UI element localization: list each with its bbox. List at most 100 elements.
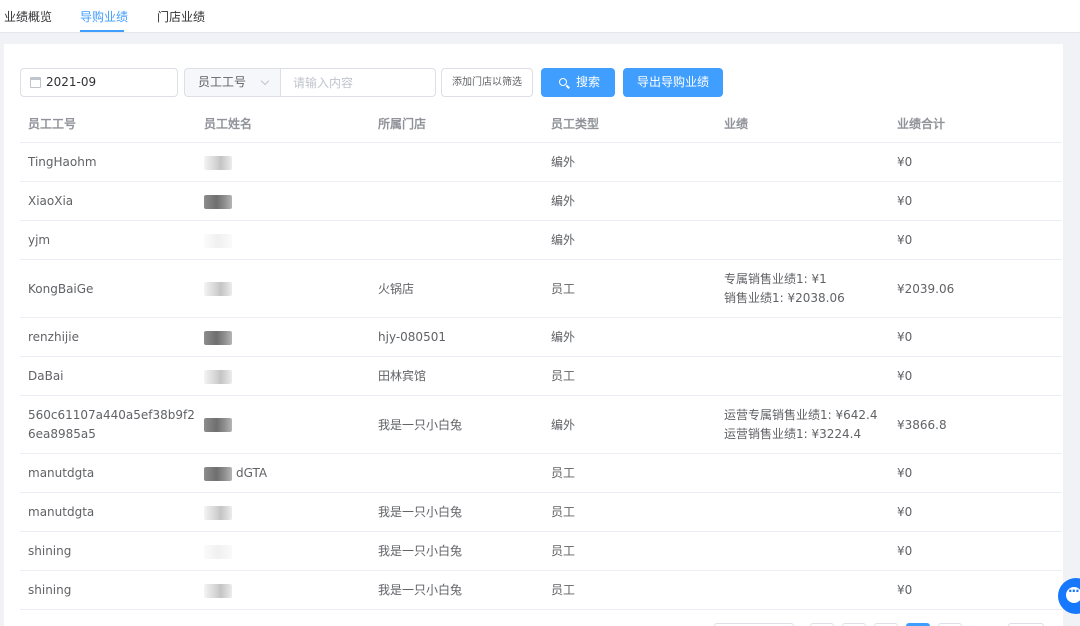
table-row: KongBaiGe 火锅店 员工 专属销售业绩1: ¥1 销售业绩1: ¥2038.06… (20, 260, 1062, 318)
redacted-name (204, 466, 232, 481)
cell-employee-name (204, 357, 372, 396)
cell-employee-id: shining (28, 583, 72, 597)
cell-performance-total: ¥0 (897, 505, 913, 519)
redacted-name (204, 233, 232, 248)
cell-employee-type: 编外 (551, 194, 576, 208)
table-header: 员工工号 员工姓名 所属门店 员工类型 业绩 业绩合计 (20, 105, 1062, 143)
cell-employee-id: TingHaohm (28, 155, 97, 169)
redacted-name (204, 418, 232, 432)
header-employee-name: 员工姓名 (204, 117, 253, 131)
table-row: shining 我是一只小白兔 员工 ¥0 (20, 532, 1062, 571)
cell-employee-name (204, 396, 372, 454)
cell-employee-id: yjm (28, 233, 51, 247)
add-store-filter-button[interactable]: 添加门店以筛选 (441, 68, 533, 97)
table-row: XiaoXia 编外 ¥0 (20, 182, 1062, 221)
tab-overview[interactable]: 业绩概览 (4, 0, 52, 33)
table-body: TingHaohm 编外 ¥0 XiaoXia 编外 ¥0 yjm 编外 ¥0 KongBaiGe… (20, 143, 1062, 610)
cell-performance-total: ¥0 (897, 369, 913, 383)
month-picker-value: 2021-09 (46, 75, 97, 89)
performance-line: 专属销售业绩1: ¥1 (724, 272, 827, 286)
cell-employee-type: 编外 (551, 155, 576, 169)
cell-employee-name (204, 493, 372, 532)
performance-line: 运营专属销售业绩1: ¥642.4 (724, 408, 878, 422)
tab-store-performance[interactable]: 门店业绩 (157, 0, 205, 33)
cell-employee-id: KongBaiGe (28, 282, 94, 296)
cell-employee-type: 员工 (551, 544, 576, 558)
cell-performance-total: ¥0 (897, 330, 913, 344)
header-store: 所属门店 (378, 117, 427, 131)
cell-performance: 运营专属销售业绩1: ¥642.4 运营销售业绩1: ¥3224.4 (724, 406, 892, 444)
cell-employee-name (204, 182, 372, 221)
cell-performance-total: ¥0 (897, 583, 913, 597)
cell-employee-id: manutdgta (28, 466, 95, 480)
redacted-name (204, 505, 232, 520)
search-input[interactable] (280, 68, 436, 97)
search-button-label: 搜索 (576, 75, 601, 89)
cell-employee-id: renzhijie (28, 330, 79, 344)
cell-employee-name (204, 532, 372, 571)
table-row: manutdgta 我是一只小白兔 员工 ¥0 (20, 493, 1062, 532)
cell-store: 我是一只小白兔 (378, 583, 463, 597)
cell-employee-id: XiaoXia (28, 194, 74, 208)
redacted-name (204, 369, 232, 384)
cell-store: 我是一只小白兔 (378, 418, 463, 432)
header-performance-total: 业绩合计 (897, 117, 946, 131)
table-row: shining 我是一只小白兔 员工 ¥0 (20, 571, 1062, 610)
table-row: manutdgta dGTA 员工 ¥0 (20, 454, 1062, 493)
redacted-name (204, 282, 232, 296)
cell-employee-type: 员工 (551, 282, 576, 296)
redacted-name (204, 544, 232, 559)
search-icon (559, 78, 567, 86)
cell-employee-type: 编外 (551, 233, 576, 247)
cell-performance-total: ¥0 (897, 194, 913, 208)
cell-performance-total: ¥0 (897, 155, 913, 169)
cell-employee-name (204, 143, 372, 182)
cell-employee-name (204, 318, 372, 357)
export-performance-button[interactable]: 导出导购业绩 (623, 68, 723, 97)
cell-employee-type: 员工 (551, 505, 576, 519)
calendar-icon (30, 77, 41, 88)
cell-employee-id: DaBai (28, 369, 64, 383)
cell-employee-type: 编外 (551, 330, 576, 344)
redacted-name (204, 155, 232, 170)
cell-performance-total: ¥2039.06 (897, 282, 955, 296)
cell-employee-type: 编外 (551, 418, 576, 432)
cell-employee-type: 员工 (551, 583, 576, 597)
active-tab-indicator (80, 30, 124, 32)
month-picker[interactable]: 2021-09 (20, 68, 178, 97)
cell-store: hjy-080501 (378, 330, 446, 344)
tab-bar: 业绩概览 导购业绩 门店业绩 (0, 0, 1080, 33)
cell-performance-total: ¥0 (897, 466, 913, 480)
cell-store: 我是一只小白兔 (378, 505, 463, 519)
search-field-value: 员工工号 (198, 75, 247, 89)
cell-store: 田林宾馆 (378, 369, 427, 383)
cell-store: 火锅店 (378, 282, 415, 296)
header-employee-type: 员工类型 (551, 117, 600, 131)
redacted-name (204, 330, 232, 345)
cell-employee-name (204, 260, 372, 318)
redacted-name (204, 583, 232, 598)
cell-employee-name (204, 571, 372, 610)
cell-employee-name (204, 221, 372, 260)
cell-store: 我是一只小白兔 (378, 544, 463, 558)
performance-table: 员工工号 员工姓名 所属门店 员工类型 业绩 业绩合计 TingHaohm 编外 ¥… (20, 105, 1062, 610)
cell-performance-total: ¥3866.8 (897, 418, 947, 432)
cell-performance-total: ¥0 (897, 544, 913, 558)
performance-line: 销售业绩1: ¥2038.06 (724, 291, 845, 305)
tab-guide-performance[interactable]: 导购业绩 (80, 0, 128, 33)
cell-performance-total: ¥0 (897, 233, 913, 247)
table-row: yjm 编外 ¥0 (20, 221, 1062, 260)
search-field-select[interactable]: 员工工号 (184, 68, 280, 97)
redacted-name (204, 194, 232, 209)
table-row: 560c61107a440a5ef38b9f26ea8985a5 我是一只小白兔 编… (20, 396, 1062, 454)
cell-employee-id: shining (28, 544, 72, 558)
chat-icon (1066, 584, 1080, 603)
chevron-down-icon (260, 76, 270, 86)
header-employee-id: 员工工号 (28, 117, 77, 131)
employee-name-text: dGTA (236, 466, 268, 480)
cell-employee-type: 员工 (551, 369, 576, 383)
search-button[interactable]: 搜索 (541, 68, 615, 97)
cell-employee-id: 560c61107a440a5ef38b9f26ea8985a5 (28, 408, 195, 441)
table-row: DaBai 田林宾馆 员工 ¥0 (20, 357, 1062, 396)
cell-employee-name: dGTA (204, 454, 372, 493)
